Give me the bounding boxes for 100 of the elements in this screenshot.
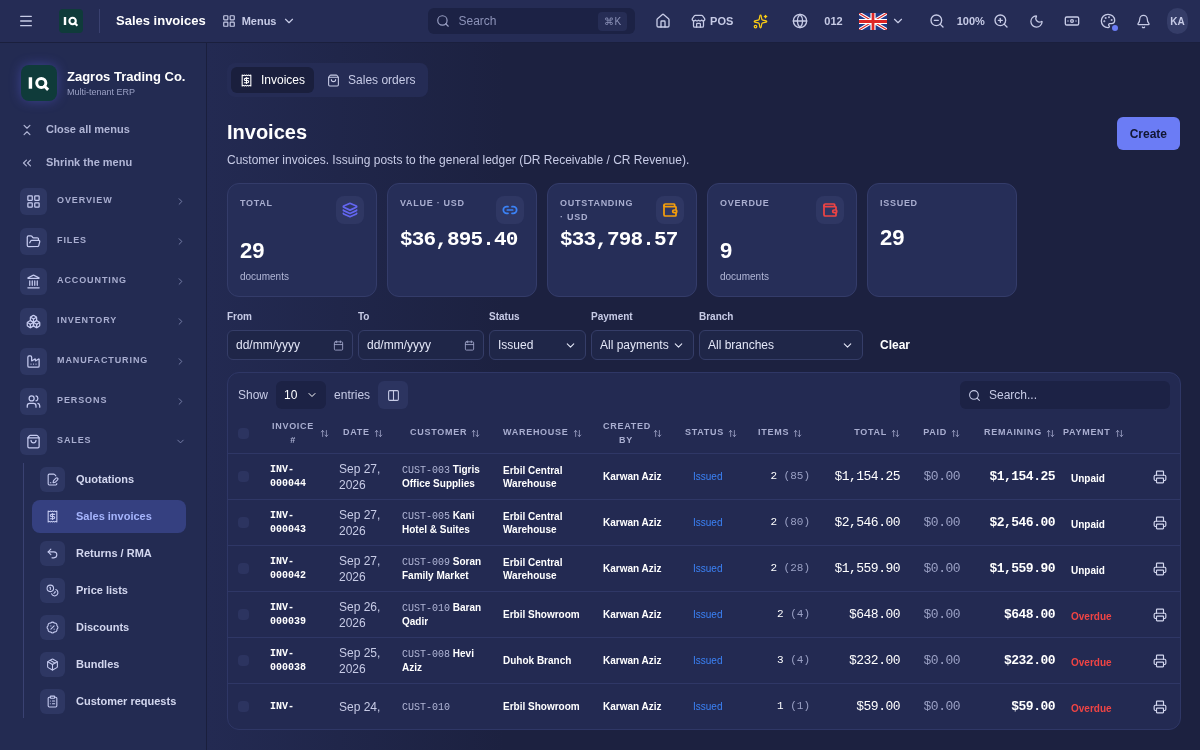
pos-button[interactable]: POS: [691, 12, 734, 30]
sidebar-item[interactable]: Sales invoices: [32, 500, 186, 533]
invoice-number[interactable]: INV-000042: [270, 554, 320, 583]
column-header[interactable]: CREATED BY: [595, 419, 677, 447]
column-header[interactable]: STATUS: [677, 426, 750, 440]
items-cell-text: 2 (85): [769, 469, 810, 485]
filter-label: From: [227, 310, 253, 324]
create-button[interactable]: Create: [1116, 117, 1180, 150]
page-size-select[interactable]: 10: [276, 381, 327, 409]
filter-label: Status: [489, 310, 521, 324]
date-field[interactable]: dd/mm/yyyy: [227, 330, 353, 360]
receipt-icon: [240, 73, 253, 87]
sidebar-section[interactable]: INVENTORY: [20, 307, 186, 335]
sparkle-button[interactable]: [753, 13, 769, 29]
status-cell-text: Issued: [692, 470, 724, 484]
sidebar-section[interactable]: FILES: [20, 227, 186, 255]
invoice-number[interactable]: INV-000043: [270, 508, 320, 537]
theme-button[interactable]: [1028, 13, 1044, 29]
menu-button[interactable]: [18, 13, 34, 29]
invoice-number[interactable]: INV-000038: [270, 646, 320, 675]
document-pen-icon: [46, 473, 59, 486]
customer-cell-text: CUST-010 Baran Qadir: [402, 601, 483, 628]
sidebar-section[interactable]: SALES: [20, 427, 186, 455]
column-header[interactable]: WAREHOUSE: [495, 426, 595, 440]
stat-label: OUTSTANDING · USD: [560, 197, 635, 224]
column-header[interactable]: PAYMENT: [1055, 426, 1140, 440]
branch-code[interactable]: 012: [824, 12, 843, 30]
sidebar-item[interactable]: Returns / RMA: [32, 537, 186, 570]
sort-icon: [373, 428, 383, 438]
column-header[interactable]: PAID: [900, 426, 960, 440]
menus-button[interactable]: Menus: [221, 12, 297, 30]
print-button[interactable]: [1153, 561, 1167, 576]
language-button[interactable]: [792, 13, 809, 29]
column-header[interactable]: TOTAL: [810, 426, 900, 440]
sidebar-item[interactable]: Customer requests: [32, 685, 186, 718]
table-search-field[interactable]: Search...: [960, 381, 1170, 409]
palette-icon: [1099, 13, 1116, 29]
stat-unit: documents: [240, 270, 290, 284]
sidebar-item[interactable]: Discounts: [32, 611, 186, 644]
print-button[interactable]: [1153, 699, 1167, 714]
print-button[interactable]: [1153, 515, 1167, 530]
warehouse-cell-text: Erbil Showroom: [502, 700, 581, 713]
print-button[interactable]: [1153, 653, 1167, 668]
page-heading: Invoices: [227, 120, 309, 145]
invoice-number[interactable]: INV-000039: [270, 600, 320, 629]
user-avatar[interactable]: KA: [1166, 8, 1188, 34]
filter-label: Branch: [699, 310, 735, 324]
status-cell-text: Issued: [692, 516, 724, 530]
status-cell-text: Issued: [692, 654, 724, 668]
total-cell-text: $648.00: [848, 605, 900, 624]
logo-icon: [59, 9, 83, 33]
zoom-out-button[interactable]: [928, 13, 945, 29]
sidebar-section[interactable]: MANUFACTURING: [20, 347, 186, 375]
tab[interactable]: Sales orders: [318, 67, 425, 93]
search-icon: [436, 14, 451, 28]
zoom-in-icon: [992, 13, 1009, 29]
sidebar-section[interactable]: PERSONS: [20, 387, 186, 415]
column-header[interactable]: CUSTOMER: [402, 426, 495, 440]
select-field[interactable]: All payments: [591, 330, 694, 360]
invoice-number[interactable]: INV-000044: [270, 462, 320, 491]
sidebar-section[interactable]: OVERVIEW: [20, 187, 186, 215]
home-button[interactable]: [655, 13, 672, 29]
printer-icon: [1153, 515, 1167, 530]
stat-unit: documents: [720, 270, 770, 284]
sidebar-section[interactable]: ACCOUNTING: [20, 267, 186, 295]
sidebar-item[interactable]: Quotations: [32, 463, 186, 496]
payment-status: Overdue: [1071, 656, 1112, 668]
printer-icon: [1153, 561, 1167, 576]
select-field[interactable]: Issued: [489, 330, 586, 360]
tab[interactable]: Invoices: [231, 67, 315, 93]
customer-cell-text: CUST-010: [402, 700, 451, 714]
print-button[interactable]: [1153, 469, 1167, 484]
notifications-button[interactable]: [1135, 13, 1151, 29]
column-header[interactable]: ITEMS: [750, 426, 810, 440]
column-header[interactable]: REMAINING: [960, 426, 1055, 440]
sidebar-action[interactable]: Close all menus: [0, 113, 206, 146]
calendar-icon: [464, 339, 475, 351]
palette-button[interactable]: [1099, 13, 1116, 29]
remaining-cell-text: $1,559.90: [988, 559, 1055, 578]
locale-dropdown[interactable]: [858, 12, 905, 30]
column-header[interactable]: DATE: [335, 426, 402, 440]
sidebar-item[interactable]: Price lists: [32, 574, 186, 607]
column-header[interactable]: INVOICE #: [258, 419, 335, 447]
date-field[interactable]: dd/mm/yyyy: [358, 330, 484, 360]
invoice-date: Sep 24,: [338, 698, 382, 715]
remaining-cell-text: $648.00: [1003, 605, 1055, 624]
clear-button[interactable]: Clear: [880, 330, 911, 360]
payment-status: Overdue: [1071, 610, 1112, 622]
sidebar-item[interactable]: Bundles: [32, 648, 186, 681]
select-field[interactable]: All branches: [699, 330, 863, 360]
search-field[interactable]: Search ⌘K: [428, 8, 636, 34]
columns-button[interactable]: [378, 381, 409, 409]
items-cell-text: 3 (4): [775, 653, 810, 669]
sidebar-action[interactable]: Shrink the menu: [0, 146, 206, 179]
cash-button[interactable]: [1063, 13, 1080, 29]
print-button[interactable]: [1153, 607, 1167, 622]
invoice-number[interactable]: INV-: [270, 699, 320, 714]
show-label: Show: [238, 387, 269, 404]
globe-icon: [792, 13, 809, 29]
zoom-in-button[interactable]: [992, 13, 1009, 29]
